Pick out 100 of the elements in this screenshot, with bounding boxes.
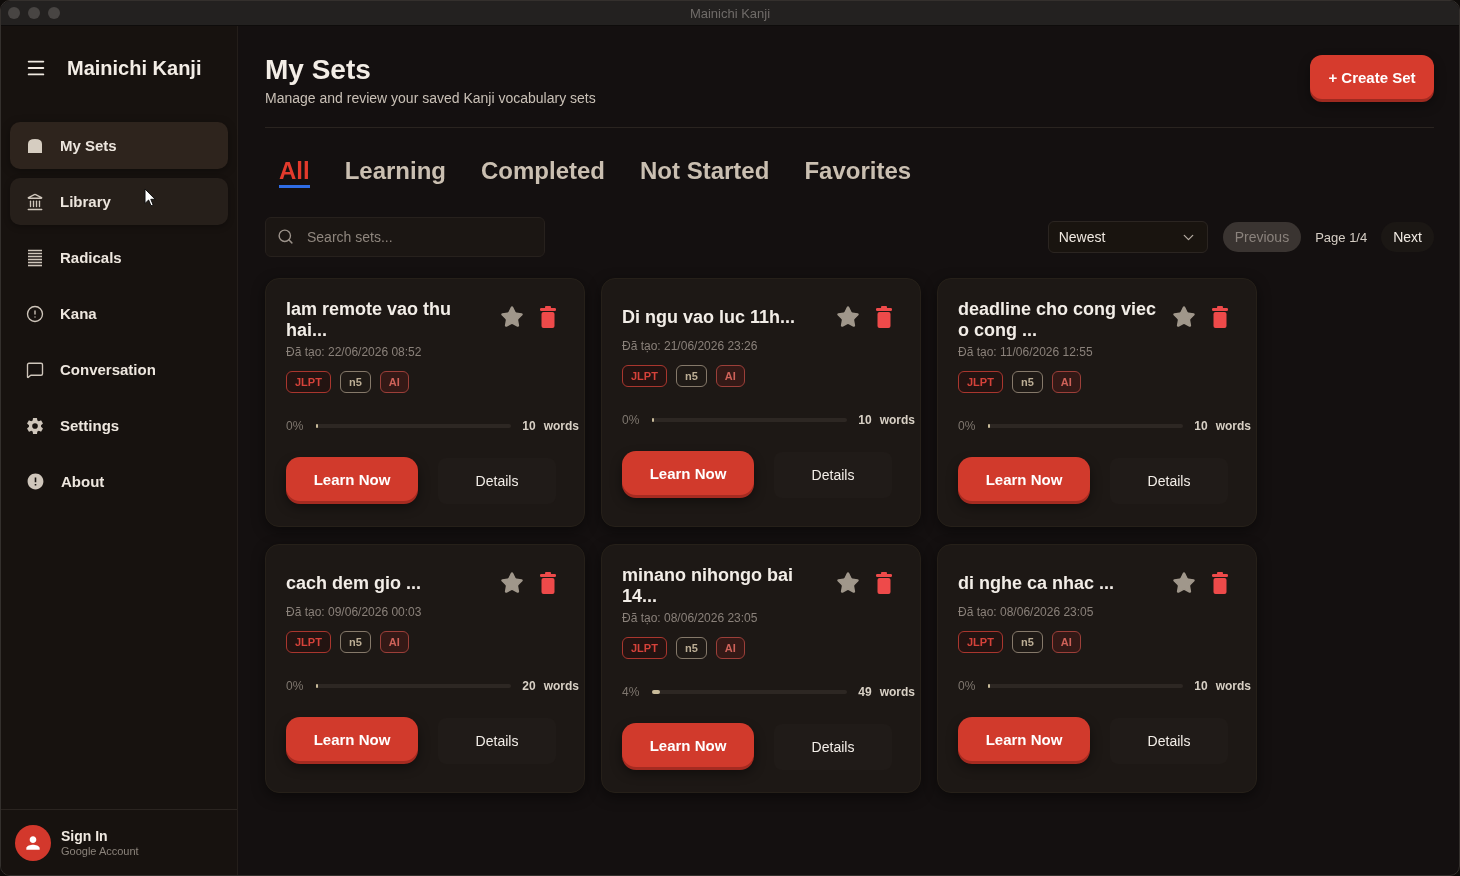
page-subtitle: Manage and review your saved Kanji vocabulary sets — [265, 90, 596, 107]
word-label: words — [543, 418, 579, 433]
star-icon[interactable] — [836, 571, 860, 595]
app-name: Mainichi Kanji — [67, 56, 202, 80]
progress-percent: 0% — [622, 412, 641, 427]
search-icon — [277, 228, 294, 245]
learn-now-button[interactable]: Learn Now — [958, 717, 1090, 761]
set-title: cach dem gio ... — [286, 571, 423, 595]
nav-item[interactable]: About — [10, 458, 228, 505]
tag: n5 — [675, 637, 707, 659]
tag: JLPT — [622, 365, 667, 387]
set-title: minano nihongo bai 14... — [622, 565, 794, 607]
filter-tab[interactable]: Favorites — [804, 157, 912, 188]
nav-item[interactable]: Library — [10, 178, 228, 225]
trash-icon[interactable] — [540, 572, 556, 594]
tag: n5 — [339, 371, 371, 393]
progress-percent: 4% — [622, 684, 641, 699]
lines-icon — [26, 248, 44, 267]
page-indicator: Page 1/4 — [1315, 229, 1368, 245]
mouse-pointer-icon — [144, 188, 156, 207]
account-detail: Google Account — [61, 845, 139, 857]
learn-now-button[interactable]: Learn Now — [622, 451, 754, 495]
created-date: Đã tạo: 21/06/2026 23:26 — [622, 339, 759, 354]
created-date: Đã tạo: 22/06/2026 08:52 — [286, 345, 423, 360]
tag: JLPT — [958, 631, 1003, 653]
nav-item[interactable]: Kana — [10, 290, 228, 337]
tag: AI — [715, 637, 745, 659]
star-icon[interactable] — [500, 305, 524, 329]
star-icon[interactable] — [1172, 305, 1196, 329]
search-field[interactable]: Search sets... — [265, 217, 545, 257]
star-icon[interactable] — [500, 571, 524, 595]
trash-icon[interactable] — [1212, 572, 1228, 594]
nav-label: Library — [60, 193, 111, 210]
nav-item[interactable]: Conversation — [10, 346, 228, 393]
star-icon[interactable] — [1172, 571, 1196, 595]
tag: JLPT — [286, 371, 331, 393]
next-button[interactable]: Next — [1381, 222, 1434, 252]
created-date: Đã tạo: 08/06/2026 23:05 — [958, 605, 1095, 620]
create-set-button[interactable]: + Create Set — [1310, 55, 1434, 99]
word-label: words — [1215, 418, 1251, 433]
word-label: words — [543, 678, 579, 693]
created-date: Đã tạo: 08/06/2026 23:05 — [622, 611, 759, 626]
learn-now-button[interactable]: Learn Now — [622, 723, 754, 767]
nav-label: Settings — [60, 417, 120, 434]
word-count: 10 — [1194, 418, 1208, 433]
nav-label: Kana — [60, 305, 97, 322]
trash-icon[interactable] — [876, 572, 892, 594]
sort-select[interactable]: Newest — [1047, 221, 1208, 253]
page-title: My Sets — [265, 53, 372, 87]
word-count: 10 — [522, 418, 536, 433]
nav-label: About — [61, 473, 105, 490]
word-label: words — [1215, 678, 1251, 693]
learn-now-button[interactable]: Learn Now — [286, 457, 418, 501]
trash-icon[interactable] — [540, 306, 556, 328]
settings-icon — [26, 416, 44, 435]
tag: n5 — [1011, 631, 1043, 653]
filter-tab[interactable]: All — [279, 157, 310, 188]
chat-bubble-icon — [26, 360, 44, 379]
set-title: deadline cho cong viec o cong ... — [958, 299, 1158, 341]
tag: AI — [1051, 371, 1081, 393]
nav-label: Radicals — [60, 249, 122, 266]
word-label: words — [879, 412, 915, 427]
nav-item[interactable]: Radicals — [10, 234, 228, 281]
trash-icon[interactable] — [876, 306, 892, 328]
nav-label: Conversation — [60, 361, 156, 378]
window-title: Mainichi Kanji — [689, 5, 771, 21]
filter-tab[interactable]: Learning — [344, 157, 446, 188]
set-title: lam remote vao thu hai... — [286, 299, 453, 341]
tag: n5 — [1011, 371, 1043, 393]
filter-tab[interactable]: Not Started — [640, 157, 770, 188]
tag: JLPT — [286, 631, 331, 653]
learn-now-button[interactable]: Learn Now — [286, 717, 418, 761]
sign-in-link[interactable]: Sign In — [61, 828, 139, 844]
set-title: Di ngu vao luc 11h... — [622, 305, 797, 329]
trash-icon[interactable] — [1212, 306, 1228, 328]
word-count: 10 — [1194, 678, 1208, 693]
word-count: 20 — [522, 678, 536, 693]
avatar-icon[interactable] — [15, 824, 51, 861]
word-count: 10 — [858, 412, 872, 427]
nav-item[interactable]: Settings — [10, 402, 228, 449]
building-icon — [26, 192, 44, 211]
star-icon[interactable] — [836, 305, 860, 329]
tag: n5 — [675, 365, 707, 387]
learn-now-button[interactable]: Learn Now — [958, 457, 1090, 501]
alert-circle-icon — [26, 304, 44, 323]
tag: AI — [715, 365, 745, 387]
word-label: words — [879, 684, 915, 699]
filter-tab[interactable]: Completed — [481, 157, 606, 188]
tag: JLPT — [958, 371, 1003, 393]
created-date: Đã tạo: 11/06/2026 12:55 — [958, 345, 1094, 360]
tag: AI — [1051, 631, 1081, 653]
nav-item[interactable]: My Sets — [10, 122, 228, 169]
progress-percent: 0% — [958, 678, 977, 693]
tag: AI — [379, 631, 409, 653]
progress-percent: 0% — [958, 418, 977, 433]
tag: AI — [379, 371, 409, 393]
created-date: Đã tạo: 09/06/2026 00:03 — [286, 605, 423, 620]
alert-icon — [26, 472, 45, 491]
progress-percent: 0% — [286, 678, 305, 693]
nav-label: My Sets — [60, 137, 117, 154]
